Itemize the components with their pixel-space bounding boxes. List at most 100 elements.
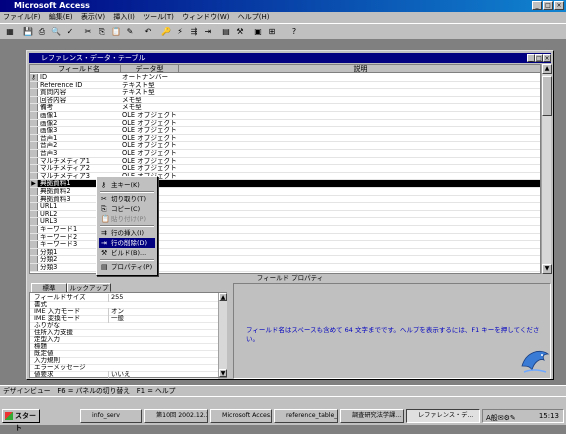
row-selector[interactable]: [30, 96, 38, 104]
menu-edit[interactable]: 編集(E): [46, 12, 76, 23]
data-type-cell[interactable]: メモ型: [122, 97, 178, 105]
field-name-cell[interactable]: 音声3: [40, 150, 120, 158]
task-research-methods[interactable]: 調査研究法学課...: [340, 409, 404, 423]
preview-icon[interactable]: 🔍: [50, 26, 62, 38]
data-type-cell[interactable]: OLE オブジェクト: [122, 112, 178, 120]
spell-icon[interactable]: ✓: [64, 26, 76, 38]
table-row[interactable]: 画像3 OLE オブジェクト: [30, 127, 540, 135]
props-scroll-down-icon[interactable]: ▼: [219, 369, 227, 377]
print-icon[interactable]: ⎙: [36, 26, 48, 38]
row-selector[interactable]: [30, 256, 38, 263]
row-selector[interactable]: [30, 81, 38, 89]
new-object-icon[interactable]: ⊞: [266, 26, 278, 38]
table-row[interactable]: 回答内容 メモ型: [30, 96, 540, 105]
save-icon[interactable]: 💾: [22, 26, 34, 38]
table-row[interactable]: Reference ID テキスト型: [30, 81, 540, 90]
row-selector[interactable]: [30, 142, 38, 149]
data-type-cell[interactable]: テキスト型: [122, 89, 178, 97]
paste-icon[interactable]: 📋: [110, 26, 122, 38]
field-name-cell[interactable]: 画像1: [40, 112, 120, 120]
row-selector[interactable]: [30, 233, 38, 241]
start-button[interactable]: スタート: [2, 409, 40, 432]
data-type-cell[interactable]: OLE オブジェクト: [122, 165, 178, 173]
close-button[interactable]: ×: [554, 1, 564, 10]
context-item[interactable]: ⚒ ビルド(B)...: [99, 248, 155, 258]
context-item[interactable]: 📋 貼り付け(P): [99, 214, 155, 224]
field-name-cell[interactable]: 画像2: [40, 120, 120, 128]
table-row[interactable]: 音声2 OLE オブジェクト: [30, 142, 540, 150]
field-name-cell[interactable]: 音声1: [40, 135, 120, 143]
office-assistant-dolphin-icon[interactable]: [518, 342, 552, 376]
data-type-cell[interactable]: メモ型: [122, 104, 178, 112]
window-close-button[interactable]: ×: [543, 54, 551, 62]
data-type-cell[interactable]: OLE オブジェクト: [122, 135, 178, 143]
menu-view[interactable]: 表示(V): [78, 12, 108, 23]
row-selector[interactable]: [30, 218, 38, 225]
row-selector[interactable]: [30, 119, 38, 127]
row-selector[interactable]: [30, 112, 38, 119]
tab-lookup[interactable]: ルックアップ: [67, 283, 111, 292]
table-row[interactable]: マルチメディア2 OLE オブジェクト: [30, 165, 540, 173]
menu-window[interactable]: ウィンドウ(W): [179, 12, 232, 23]
data-type-cell[interactable]: OLE オブジェクト: [122, 127, 178, 135]
scroll-up-icon[interactable]: ▲: [542, 64, 552, 74]
row-selector[interactable]: [30, 195, 38, 203]
task-info-serv[interactable]: info_serv: [80, 409, 142, 423]
view-icon[interactable]: ▦: [4, 26, 16, 38]
data-type-cell[interactable]: OLE オブジェクト: [122, 150, 178, 158]
tab-general[interactable]: 標準: [31, 283, 67, 292]
data-type-cell[interactable]: オートナンバー: [122, 74, 178, 82]
scroll-down-icon[interactable]: ▼: [542, 264, 552, 274]
row-selector[interactable]: [30, 150, 38, 157]
field-name-cell[interactable]: マルチメディア2: [40, 165, 120, 173]
row-selector[interactable]: [30, 226, 38, 233]
cut-icon[interactable]: ✂: [82, 26, 94, 38]
task-ms-access[interactable]: Microsoft Acces...: [210, 409, 272, 423]
task-reference-table[interactable]: reference_table_r...: [274, 409, 338, 423]
help-icon[interactable]: ?: [288, 26, 300, 38]
row-selector[interactable]: [30, 104, 38, 111]
build-icon[interactable]: ⚒: [234, 26, 246, 38]
field-name-cell[interactable]: 音声2: [40, 142, 120, 150]
table-row[interactable]: マルチメディア1 OLE オブジェクト: [30, 157, 540, 166]
menu-insert[interactable]: 挿入(I): [110, 12, 138, 23]
row-selector[interactable]: [30, 264, 38, 271]
context-item[interactable]: ⇥ 行の削除(D): [99, 238, 155, 248]
props-scrollbar[interactable]: ▲ ▼: [218, 293, 227, 377]
menu-help[interactable]: ヘルプ(H): [235, 12, 273, 23]
row-selector[interactable]: [30, 210, 38, 218]
row-selector[interactable]: [30, 165, 38, 172]
row-selector-icon[interactable]: ▶: [30, 180, 38, 187]
field-name-cell[interactable]: 画像3: [40, 127, 120, 135]
row-selector[interactable]: [30, 203, 38, 210]
table-row[interactable]: 画像2 OLE オブジェクト: [30, 119, 540, 128]
vertical-scrollbar[interactable]: ▲ ▼: [541, 64, 552, 274]
context-item[interactable]: ⚷ 主キー(K): [99, 180, 155, 190]
delete-rows-icon[interactable]: ⇥: [202, 26, 214, 38]
row-selector[interactable]: [30, 188, 38, 195]
menu-file[interactable]: ファイル(F): [0, 12, 44, 23]
indexes-icon[interactable]: ⚡: [174, 26, 186, 38]
task-lecture10[interactable]: 第10回 2002.12.3...: [144, 409, 208, 423]
field-name-cell[interactable]: 回答内容: [40, 97, 120, 105]
undo-icon[interactable]: ↶: [142, 26, 154, 38]
row-selector[interactable]: [30, 127, 38, 134]
primary-key-icon[interactable]: 🔑: [160, 26, 172, 38]
table-row[interactable]: 質問内容 テキスト型: [30, 89, 540, 97]
field-name-cell[interactable]: 質問内容: [40, 89, 120, 97]
window-maximize-button[interactable]: □: [535, 54, 543, 62]
table-row[interactable]: 備考 メモ型: [30, 104, 540, 112]
key-icon[interactable]: ⚷: [30, 74, 38, 81]
data-type-cell[interactable]: OLE オブジェクト: [122, 120, 178, 128]
context-item[interactable]: ▤ プロパティ(P): [99, 262, 155, 272]
table-row[interactable]: 音声3 OLE オブジェクト: [30, 150, 540, 158]
table-row[interactable]: 音声1 OLE オブジェクト: [30, 134, 540, 143]
tray-icons[interactable]: A般✉⚙✎: [486, 412, 516, 424]
property-value[interactable]: いいえ: [108, 371, 216, 379]
insert-rows-icon[interactable]: ⇶: [188, 26, 200, 38]
field-name-cell[interactable]: ID: [40, 74, 120, 82]
row-selector[interactable]: [30, 89, 38, 96]
props-scroll-up-icon[interactable]: ▲: [219, 293, 227, 301]
row-selector[interactable]: [30, 248, 38, 256]
field-name-cell[interactable]: 備考: [40, 104, 120, 112]
